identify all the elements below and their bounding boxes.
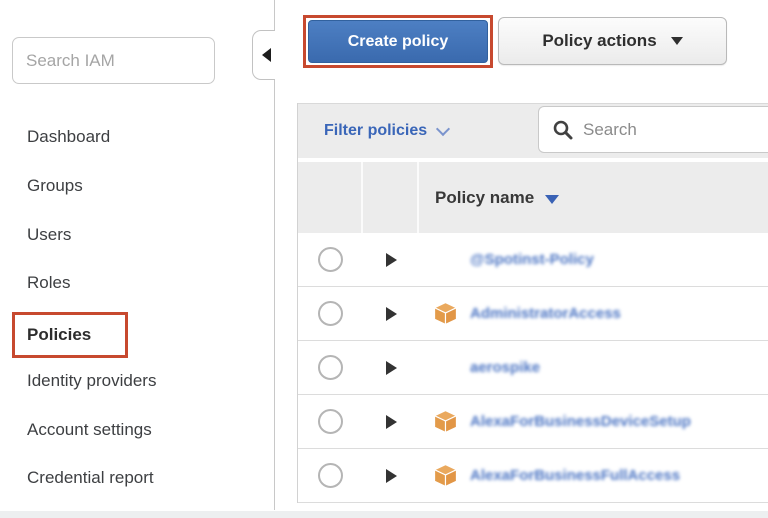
expand-row-arrow-icon[interactable] bbox=[386, 307, 397, 321]
sidebar-item[interactable]: Dashboard bbox=[27, 125, 110, 149]
sidebar-item[interactable]: Groups bbox=[27, 174, 83, 198]
sidebar-item[interactable]: Policies bbox=[12, 312, 128, 358]
table-row: AlexaForBusinessDeviceSetup bbox=[298, 395, 768, 449]
sidebar: Dashboard Groups Users Roles Policies Id… bbox=[0, 0, 274, 511]
policy-actions-label: Policy actions bbox=[542, 31, 656, 51]
expand-row-arrow-icon[interactable] bbox=[386, 469, 397, 483]
header-expand-column bbox=[363, 162, 419, 233]
row-select-cell bbox=[298, 463, 363, 488]
policy-name-link[interactable]: AdministratorAccess bbox=[470, 305, 621, 322]
row-select-cell bbox=[298, 355, 363, 380]
row-radio-button[interactable] bbox=[318, 355, 343, 380]
aws-managed-policy-cube-icon bbox=[433, 301, 458, 326]
chevron-down-icon bbox=[436, 122, 450, 136]
dropdown-caret-icon bbox=[671, 37, 683, 45]
policy-name-header-label: Policy name bbox=[435, 188, 534, 208]
policy-name-link[interactable]: AlexaForBusinessDeviceSetup bbox=[470, 413, 691, 430]
table-row: @Spotinst-Policy bbox=[298, 233, 768, 287]
row-expand-cell bbox=[363, 253, 419, 267]
row-radio-button[interactable] bbox=[318, 247, 343, 272]
sidebar-item-label: Groups bbox=[27, 176, 83, 195]
sidebar-item-label: Roles bbox=[27, 273, 70, 292]
policies-table: Filter policies Policy name bbox=[297, 103, 768, 503]
sidebar-item-label: Identity providers bbox=[27, 371, 156, 390]
sidebar-item[interactable]: Identity providers bbox=[27, 369, 156, 393]
policy-actions-button[interactable]: Policy actions bbox=[498, 17, 727, 65]
sidebar-item-label: Account settings bbox=[27, 420, 152, 439]
row-expand-cell bbox=[363, 361, 419, 375]
row-expand-cell bbox=[363, 307, 419, 321]
policy-name-link[interactable]: aerospike bbox=[470, 359, 540, 376]
collapse-left-arrow-icon bbox=[262, 48, 271, 62]
header-policy-name[interactable]: Policy name bbox=[419, 162, 768, 233]
header-select-column bbox=[298, 162, 363, 233]
sidebar-item[interactable]: Roles bbox=[27, 271, 70, 295]
table-row: AlexaForBusinessFullAccess bbox=[298, 449, 768, 503]
policy-name-link[interactable]: @Spotinst-Policy bbox=[470, 251, 594, 268]
panel-divider bbox=[274, 79, 275, 510]
create-policy-highlight-box: Create policy bbox=[303, 15, 493, 68]
table-row: aerospike bbox=[298, 341, 768, 395]
panel-divider bbox=[274, 0, 275, 31]
expand-row-arrow-icon[interactable] bbox=[386, 361, 397, 375]
sidebar-item-label: Policies bbox=[27, 323, 91, 347]
sidebar-item-label: Users bbox=[27, 225, 71, 244]
sidebar-item-label: Dashboard bbox=[27, 127, 110, 146]
sidebar-item[interactable]: Users bbox=[27, 223, 71, 247]
table-body: @Spotinst-Policy AdministratorAccess bbox=[298, 233, 768, 503]
sidebar-item[interactable]: Account settings bbox=[27, 418, 152, 442]
row-radio-button[interactable] bbox=[318, 409, 343, 434]
table-row: AdministratorAccess bbox=[298, 287, 768, 341]
sidebar-item-label: Credential report bbox=[27, 468, 154, 487]
expand-row-arrow-icon[interactable] bbox=[386, 415, 397, 429]
row-expand-cell bbox=[363, 415, 419, 429]
filter-policies-label: Filter policies bbox=[324, 122, 427, 140]
row-select-cell bbox=[298, 247, 363, 272]
aws-managed-policy-cube-icon bbox=[433, 463, 458, 488]
window-bottom-strip bbox=[0, 511, 768, 518]
filter-policies-dropdown[interactable]: Filter policies bbox=[324, 122, 448, 140]
row-radio-button[interactable] bbox=[318, 301, 343, 326]
sort-descending-icon bbox=[545, 195, 559, 204]
sidebar-item[interactable]: Credential report bbox=[27, 466, 154, 490]
row-select-cell bbox=[298, 301, 363, 326]
sidebar-collapse-button[interactable] bbox=[252, 30, 275, 80]
row-expand-cell bbox=[363, 469, 419, 483]
table-header-row: Policy name bbox=[298, 162, 768, 233]
sidebar-nav: Dashboard Groups Users Roles Policies Id… bbox=[0, 0, 274, 511]
row-select-cell bbox=[298, 409, 363, 434]
policy-name-link[interactable]: AlexaForBusinessFullAccess bbox=[470, 467, 680, 484]
iam-policies-screen: Dashboard Groups Users Roles Policies Id… bbox=[0, 0, 768, 518]
create-policy-button[interactable]: Create policy bbox=[308, 20, 488, 63]
filter-bar: Filter policies bbox=[298, 103, 768, 158]
row-radio-button[interactable] bbox=[318, 463, 343, 488]
expand-row-arrow-icon[interactable] bbox=[386, 253, 397, 267]
aws-managed-policy-cube-icon bbox=[433, 409, 458, 434]
policy-search-input[interactable] bbox=[538, 106, 768, 153]
